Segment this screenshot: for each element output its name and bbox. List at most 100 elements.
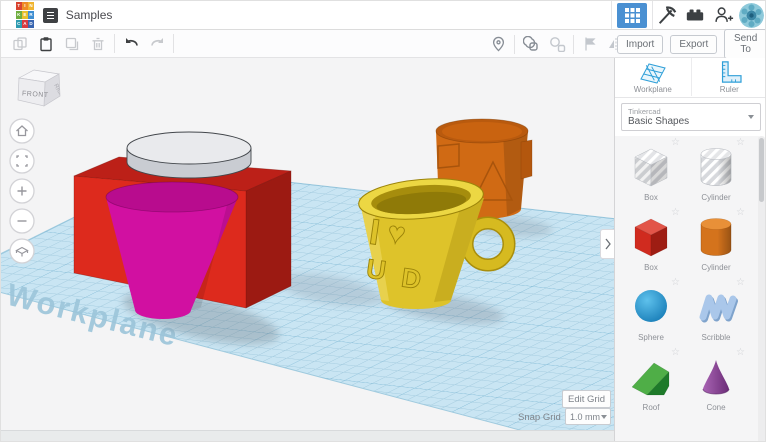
- shape-library-dropdown[interactable]: Tinkercad Basic Shapes: [621, 103, 761, 131]
- paste-icon: [40, 36, 52, 51]
- zoom-out-button[interactable]: [9, 208, 35, 234]
- undo-button[interactable]: [118, 32, 144, 56]
- send-to-button[interactable]: Send To: [724, 29, 765, 59]
- shape-label: Sphere: [638, 333, 664, 342]
- grid-icon: [624, 7, 640, 23]
- pin-icon: [492, 36, 504, 52]
- shape-tile-red-box[interactable]: ☆ Box: [619, 207, 683, 272]
- design-menu-button[interactable]: [42, 7, 58, 23]
- library-brand: Tinkercad: [628, 107, 661, 116]
- avatar[interactable]: [739, 2, 764, 28]
- shape-gallery: ☆ Box ☆ Cylinder ☆ Box ☆ Cylinder ☆ Sphe…: [615, 136, 759, 441]
- shape-tile-sphere[interactable]: ☆ Sphere: [619, 277, 683, 342]
- shape-label: Roof: [642, 403, 660, 412]
- red-box-icon: [634, 218, 668, 257]
- divider: [173, 34, 174, 53]
- ruler-tool-button[interactable]: Ruler: [690, 58, 766, 96]
- shape-tile-roof[interactable]: ☆ Roof: [619, 347, 683, 412]
- brick-export-button[interactable]: [681, 3, 709, 28]
- orange-cylinder-icon: [700, 218, 732, 256]
- import-button[interactable]: Import: [617, 34, 664, 54]
- duplicate-icon: [65, 37, 79, 50]
- library-name: Basic Shapes: [628, 116, 690, 127]
- snap-grid-label: Snap Grid: [518, 412, 561, 423]
- export-button[interactable]: Export: [670, 34, 718, 54]
- align-button[interactable]: [577, 32, 603, 56]
- workplane-tool-button[interactable]: Workplane: [615, 58, 691, 96]
- arrange-tools: [485, 30, 629, 58]
- view-controls: [9, 118, 35, 264]
- svg-text:D: D: [400, 262, 423, 294]
- ungroup-button[interactable]: [544, 32, 570, 56]
- workplane-tool-label: Workplane: [633, 85, 672, 94]
- view-cube[interactable]: FRONT RIGHT: [7, 62, 65, 112]
- hole-cylinder-icon: [700, 148, 732, 186]
- sphere-icon: [635, 290, 667, 322]
- zoom-in-button[interactable]: [9, 178, 35, 204]
- logo-letter: E: [22, 10, 28, 20]
- paste-button[interactable]: [33, 32, 59, 56]
- shape-tile-scribble[interactable]: ☆ Scribble: [684, 277, 748, 342]
- shape-tile-orange-cylinder[interactable]: ☆ Cylinder: [684, 207, 748, 272]
- tinkercad-logo: T I N K E R C A D: [16, 1, 34, 29]
- fit-view-button[interactable]: [9, 148, 35, 174]
- hole-box-icon: [634, 148, 668, 187]
- roof-icon: [631, 362, 670, 396]
- copy-icon: [13, 36, 27, 50]
- shape-tile-cone[interactable]: ☆ Cone: [684, 347, 748, 412]
- share-button[interactable]: [709, 3, 737, 28]
- logo-letter: N: [28, 1, 34, 11]
- logo-letter: D: [28, 19, 34, 29]
- helper-tools: Workplane Ruler: [615, 58, 766, 96]
- delete-button[interactable]: [85, 32, 111, 56]
- shape-label: Cone: [706, 403, 726, 412]
- top-bar: T I N K E R C A D Samples: [1, 1, 765, 30]
- divider: [573, 34, 574, 54]
- canvas-3d[interactable]: Workplane I ♥ U D FRONT RIGHT Edit Grid …: [1, 58, 614, 441]
- shape-label: Box: [644, 263, 658, 272]
- minecraft-export-button[interactable]: [653, 3, 681, 28]
- workplane-drop-button[interactable]: [485, 32, 511, 56]
- toolbar: Import Export Send To: [1, 29, 765, 59]
- shape-label: Cylinder: [701, 193, 731, 202]
- add-person-icon: [715, 7, 734, 22]
- trash-icon: [92, 37, 104, 50]
- snap-grid-value: 1.0 mm: [570, 411, 601, 422]
- duplicate-button[interactable]: [59, 32, 85, 56]
- export-buttons: Import Export Send To: [617, 29, 765, 59]
- gray-lid-object[interactable]: [126, 131, 252, 179]
- logo-letter: K: [16, 10, 22, 20]
- align-icon: [585, 37, 596, 51]
- panel-scrollbar-thumb[interactable]: [759, 138, 764, 202]
- divider: [114, 34, 115, 53]
- workplane-icon: [640, 63, 666, 84]
- panel-collapse-button[interactable]: [600, 229, 614, 259]
- scribble-icon: [699, 294, 738, 323]
- ruler-icon: [722, 61, 742, 83]
- avatar-image: [739, 2, 764, 28]
- shape-label: Box: [644, 193, 658, 202]
- snap-grid-dropdown[interactable]: 1.0 mm: [565, 408, 611, 425]
- undo-icon: [125, 38, 138, 46]
- list-icon: [46, 11, 54, 19]
- home-view-button[interactable]: [9, 118, 35, 144]
- redo-button[interactable]: [144, 32, 170, 56]
- pickaxe-icon: [658, 6, 677, 24]
- blocks-view-button[interactable]: [617, 2, 647, 28]
- shape-label: Scribble: [701, 333, 731, 342]
- logo-letter: A: [22, 19, 28, 29]
- shape-tile-hole-cylinder[interactable]: ☆ Cylinder: [684, 137, 748, 202]
- divider: [514, 34, 515, 54]
- design-title: Samples: [65, 8, 113, 22]
- perspective-toggle-button[interactable]: [9, 238, 35, 264]
- divider: [615, 97, 765, 98]
- cone-icon: [702, 360, 730, 395]
- ruler-tool-label: Ruler: [719, 85, 739, 94]
- shape-tile-hole-box[interactable]: ☆ Box: [619, 137, 683, 202]
- copy-button[interactable]: [7, 32, 33, 56]
- topbar-actions: [611, 1, 765, 30]
- chevron-right-icon: [604, 238, 611, 250]
- group-button[interactable]: [518, 32, 544, 56]
- edit-grid-button[interactable]: Edit Grid: [562, 390, 611, 408]
- group-icon: [522, 36, 538, 51]
